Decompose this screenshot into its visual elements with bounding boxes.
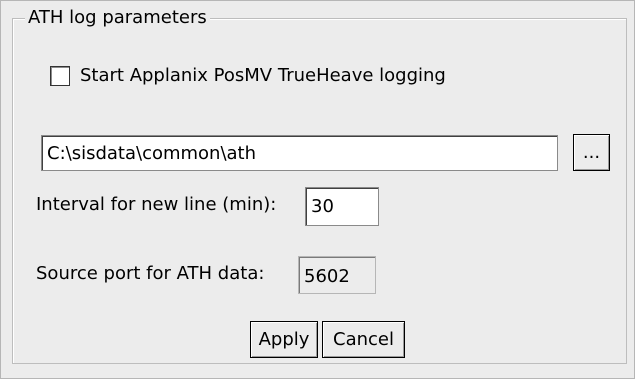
source-port-label: Source port for ATH data: (36, 263, 265, 284)
trueheave-logging-label[interactable]: Start Applanix PosMV TrueHeave logging (80, 63, 446, 89)
group-title: ATH log parameters (25, 6, 210, 30)
browse-button[interactable]: ... (573, 134, 610, 171)
apply-button[interactable]: Apply (250, 321, 318, 358)
ath-log-panel: ATH log parameters Start Applanix PosMV … (0, 0, 635, 379)
interval-input[interactable] (305, 187, 379, 226)
ath-path-input[interactable] (41, 135, 558, 171)
source-port-field: 5602 (298, 256, 376, 294)
cancel-button[interactable]: Cancel (322, 321, 405, 358)
trueheave-logging-checkbox[interactable] (50, 66, 70, 86)
interval-label: Interval for new line (min): (36, 194, 277, 215)
